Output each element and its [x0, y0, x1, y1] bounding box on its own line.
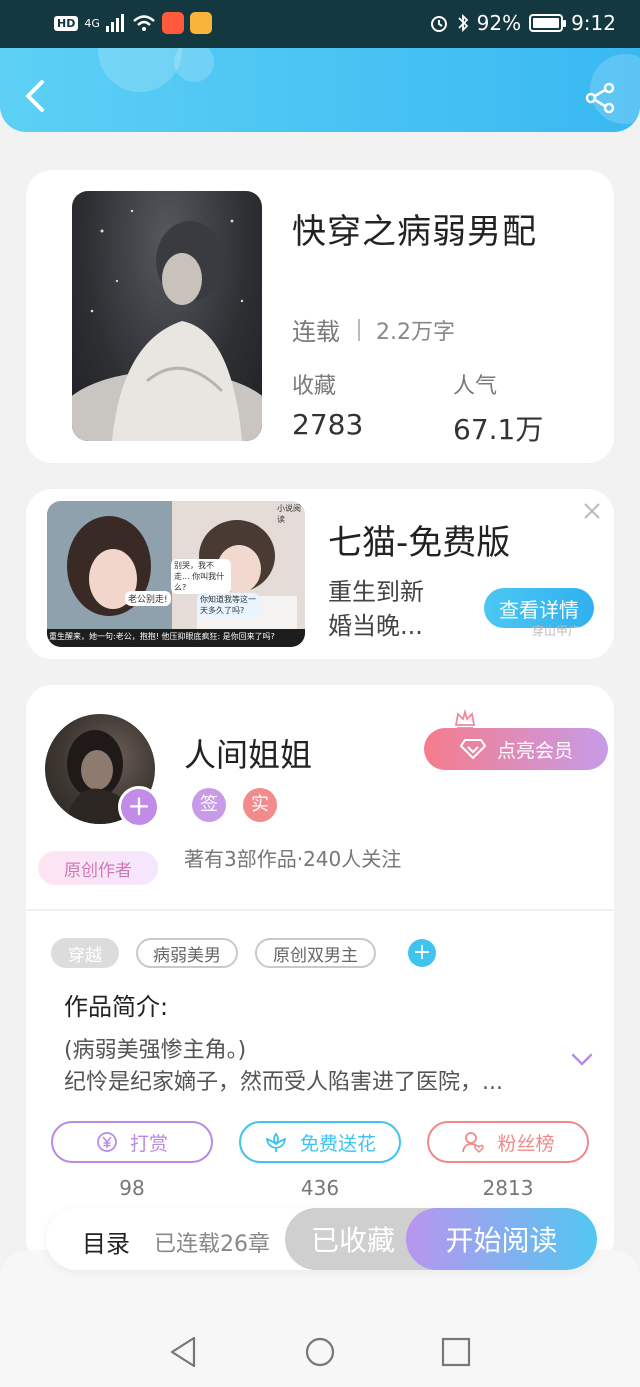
system-nav-bar [0, 1250, 640, 1387]
status-bar: HD 4G 92% 9:12 [0, 0, 640, 48]
book-title: 快穿之病弱男配 [292, 212, 537, 252]
yen-coin-icon [97, 1132, 117, 1152]
book-cover[interactable] [72, 191, 262, 441]
divider [26, 909, 614, 911]
network-type: 4G [84, 16, 100, 30]
intro-text: (病弱美强惨主角。) 纪怜是纪家嫡子，然而受人陷害进了医院，... [64, 1035, 554, 1099]
chapter-count: 已连载26章 [154, 1232, 270, 1257]
original-author-badge: 原创作者 [38, 851, 158, 885]
ad-description: 重生到新 婚当晚... [328, 575, 456, 643]
bluetooth-icon [457, 13, 468, 33]
serial-status: 连载 [292, 318, 340, 346]
tag-chip[interactable]: 穿越 [51, 938, 119, 968]
verified-badge: 实 [243, 788, 277, 822]
send-flower-button[interactable]: 免费送花 [239, 1121, 401, 1163]
favorites-label: 收藏 [292, 374, 337, 399]
nav-recents-icon[interactable] [436, 1332, 476, 1372]
nav-back-icon[interactable] [164, 1332, 204, 1372]
battery-icon [529, 14, 567, 32]
vip-button[interactable]: 点亮会员 [424, 728, 608, 770]
bottom-action-bar: 目录 已连载26章 已收藏 开始阅读 [46, 1208, 597, 1270]
ad-bubble: 老公别走! [125, 591, 171, 606]
intro-line: 纪怜是纪家嫡子，然而受人陷害进了医院，... [64, 1070, 503, 1095]
start-reading-button[interactable]: 开始阅读 [406, 1208, 597, 1270]
tag-chip[interactable]: 原创双男主 [255, 938, 376, 968]
nav-home-icon[interactable] [300, 1332, 340, 1372]
flower-icon [265, 1132, 287, 1152]
tag-chip[interactable]: 病弱美男 [136, 938, 238, 968]
header [0, 48, 640, 132]
toc-button[interactable]: 目录 [82, 1224, 130, 1259]
tip-button[interactable]: 打赏 [51, 1121, 213, 1163]
battery-percent: 92% [476, 11, 522, 35]
ad-bubble: 你知道我等这一天多久了吗? [197, 593, 259, 617]
ad-image[interactable]: 老公别走! 别哭，我不走... 你叫我什么? 你知道我等这一天多久了吗? 小说阅… [47, 501, 305, 647]
add-tag-button[interactable]: + [408, 939, 436, 967]
ad-title: 七猫-免费版 [328, 523, 511, 563]
ad-ticker: 重生醒来，她一句:老公，抱抱! 他压抑眼底疯狂: 是你回来了吗? [49, 632, 275, 641]
clock: 9:12 [571, 11, 616, 35]
author-card: + 人间姐姐 签 实 著有3部作品·240人关注 原创作者 点亮会员 穿越 病弱… [26, 685, 614, 1265]
intro-title: 作品简介: [64, 993, 169, 1021]
signed-badge: 签 [192, 788, 226, 822]
tip-count: 98 [119, 1176, 145, 1200]
meta-separator [358, 318, 360, 341]
author-stats: 著有3部作品·240人关注 [184, 847, 402, 871]
close-icon[interactable] [582, 501, 602, 521]
ad-image-caption: 小说阅读 [277, 504, 301, 524]
back-button[interactable] [20, 78, 50, 114]
intro-line: (病弱美强惨主角。) [64, 1038, 247, 1063]
share-button[interactable] [584, 82, 616, 114]
app-notification-icon [161, 12, 184, 34]
chevron-down-icon[interactable] [571, 1053, 593, 1067]
fans-count: 2813 [482, 1176, 534, 1200]
ad-source: 穿山甲广 [532, 624, 581, 638]
ad-desc-line: 重生到新 [328, 578, 424, 606]
app-notification-icon [189, 12, 212, 34]
alarm-icon [430, 16, 447, 32]
diamond-icon [459, 739, 487, 760]
wifi-icon [133, 15, 155, 31]
user-heart-icon [462, 1132, 485, 1154]
crown-icon [454, 709, 476, 729]
popularity-label: 人气 [453, 374, 498, 399]
flower-label: 免费送花 [299, 1132, 376, 1155]
popularity-value: 67.1万 [453, 413, 544, 446]
author-name: 人间姐姐 [184, 736, 313, 774]
favorites-value: 2783 [292, 408, 364, 441]
ad-banner[interactable]: 老公别走! 别哭，我不走... 你叫我什么? 你知道我等这一天多久了吗? 小说阅… [26, 489, 614, 659]
book-meta: 连载 2.2万字 [292, 312, 455, 347]
follow-author-button[interactable]: + [118, 786, 160, 828]
tip-label: 打赏 [129, 1132, 168, 1155]
vip-button-label: 点亮会员 [496, 739, 573, 762]
ad-bubble: 别哭，我不走... 你叫我什么? [171, 559, 231, 594]
fans-rank-button[interactable]: 粉丝榜 [427, 1121, 589, 1163]
hd-icon: HD [54, 15, 79, 31]
fans-label: 粉丝榜 [497, 1132, 555, 1155]
word-count: 2.2万字 [376, 319, 455, 345]
signal-icon [105, 14, 124, 32]
flower-count: 436 [300, 1176, 340, 1200]
ad-desc-line: 婚当晚... [328, 612, 423, 640]
book-info-card: 快穿之病弱男配 连载 2.2万字 收藏 2783 人气 67.1万 [26, 170, 614, 463]
